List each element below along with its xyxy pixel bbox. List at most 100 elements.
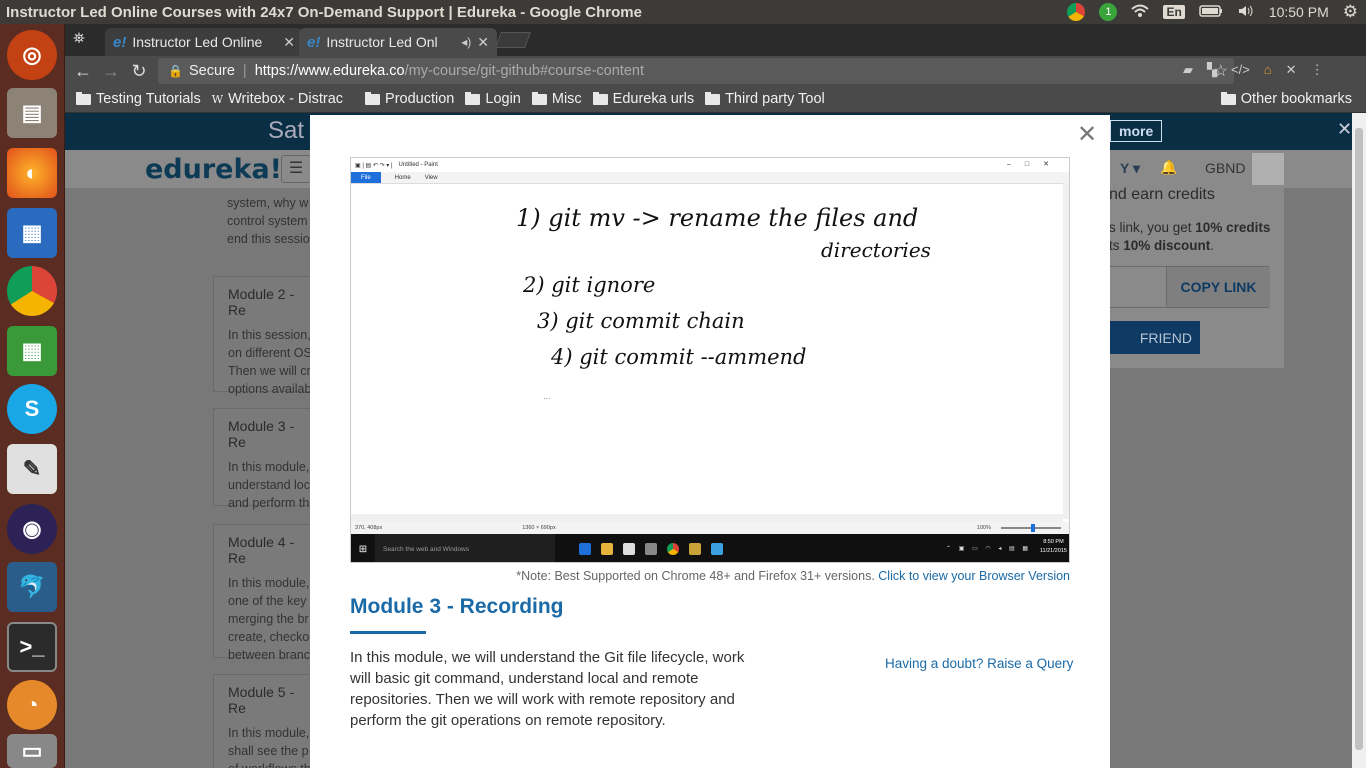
mysql-workbench-icon[interactable]: 🐬 (7, 562, 57, 612)
app-icon (711, 543, 723, 555)
settings-gear-icon[interactable]: ⚙ (1343, 2, 1358, 22)
folder-icon (531, 91, 547, 105)
paint-ribbon: File Home View (351, 172, 1069, 183)
back-icon[interactable]: ← (69, 61, 97, 82)
chevron-down-icon[interactable]: Y ▾ (1120, 160, 1140, 177)
eclipse-icon[interactable]: ◉ (7, 504, 57, 554)
close-icon[interactable]: ✕ (1337, 119, 1352, 140)
reload-icon[interactable]: ↻ (125, 61, 153, 82)
volume-icon[interactable] (1237, 4, 1255, 21)
text-editor-icon[interactable]: ✎ (7, 444, 57, 494)
explorer-icon (601, 543, 613, 555)
update-badge[interactable]: 1 (1099, 3, 1118, 21)
window-title: Instructor Led Online Courses with 24x7 … (6, 3, 642, 21)
edureka-favicon: e! (307, 33, 321, 51)
other-bookmarks[interactable]: Other bookmarks (1220, 91, 1352, 107)
handwriting-line: 3) git commit chain (537, 309, 745, 333)
keyboard-language-indicator[interactable]: En (1163, 5, 1185, 19)
handwriting-line: 4) git commit --ammend (550, 345, 807, 369)
wifi-icon[interactable] (1131, 4, 1150, 21)
app-icon (689, 543, 701, 555)
extension-code-icon[interactable]: </> (1231, 62, 1250, 78)
user-name[interactable]: GBND (1205, 160, 1245, 176)
module-card[interactable]: system, why w control system end this se… (213, 188, 323, 258)
module-card[interactable]: Module 4 - Re In this module, one of the… (213, 524, 323, 662)
ubuntu-launcher: ◎ ▤ ◐ ▦ ▦ S ✎ ◉ 🐬 >_ ◔ ▭ (0, 24, 65, 768)
app-icon[interactable]: ◔ (7, 680, 57, 730)
chrome-tray-icon[interactable] (1067, 3, 1086, 21)
files-icon[interactable]: ▤ (7, 88, 57, 138)
secure-label: Secure (188, 63, 235, 79)
module-card[interactable]: Module 2 - Re In this session, on differ… (213, 276, 323, 396)
module-card[interactable]: Module 3 - Re In this module, understand… (213, 408, 323, 510)
tab-1[interactable]: e! Instructor Led Online ✕ (105, 28, 303, 56)
video-player[interactable]: ▣ | ▤ ↶ ↷ ▾ | Untitled - Paint –□✕ File … (350, 157, 1070, 563)
browser-version-link[interactable]: Click to view your Browser Version (878, 569, 1070, 583)
bookmark-folder[interactable]: Misc (531, 91, 582, 107)
skype-icon[interactable]: S (7, 384, 57, 434)
raise-query-link[interactable]: Having a doubt? Raise a Query (885, 656, 1073, 671)
module-card[interactable]: Module 5 - Re In this module, shall see … (213, 674, 323, 768)
avatar[interactable] (1252, 153, 1284, 185)
system-tray: 1 En 10:50 PM ⚙ (1067, 2, 1366, 22)
page-scrollbar[interactable] (1352, 113, 1366, 768)
url-host: https://www.edureka.co (254, 63, 405, 79)
clock[interactable]: 10:50 PM (1269, 4, 1329, 20)
chrome-menu-icon[interactable]: ⋮ (1311, 62, 1324, 78)
writer-icon[interactable]: ▦ (7, 208, 57, 258)
calc-icon[interactable]: ▦ (7, 326, 57, 376)
lock-icon: 🔒 (168, 64, 183, 78)
referral-link-field[interactable]: COPY LINK (1109, 266, 1270, 308)
windows-taskbar: ⊞ Search the web and Windows ⌃ ▣ ▭ ◠ ◂ ▤… (351, 534, 1069, 562)
folder-icon (76, 91, 91, 105)
bookmark-folder[interactable]: Third party Tool (705, 91, 825, 107)
banner-more-button[interactable]: more (1110, 120, 1163, 142)
forward-icon[interactable]: → (97, 61, 125, 82)
new-tab-button[interactable] (495, 32, 531, 48)
trash-icon[interactable]: ▭ (7, 734, 57, 768)
folder-icon (592, 91, 608, 105)
battery-icon[interactable] (1199, 4, 1223, 20)
title-underline (350, 631, 426, 634)
paint-icon (645, 543, 657, 555)
extension-icon[interactable]: ▰ (1183, 62, 1193, 78)
windows-start-icon: ⊞ (358, 543, 368, 555)
chrome-icon (667, 543, 679, 555)
bookmark-link[interactable]: W Writebox - Distrac (212, 91, 343, 107)
bookmark-folder[interactable]: Testing Tutorials (76, 91, 201, 107)
address-bar[interactable]: 🔒 Secure | https://www.edureka.co/my-cou… (158, 58, 1234, 84)
close-icon[interactable]: ✕ (1077, 123, 1097, 147)
extension-off-icon[interactable]: ⌂ (1264, 62, 1272, 78)
firefox-icon[interactable]: ◐ (7, 148, 57, 198)
ubuntu-dash-icon[interactable]: ◎ (7, 30, 57, 80)
extension-flag-icon[interactable]: ▚ (1207, 62, 1217, 78)
bell-icon[interactable]: 🔔 (1160, 159, 1177, 176)
paint-titlebar: ▣ | ▤ ↶ ↷ ▾ | Untitled - Paint –□✕ (351, 158, 1069, 172)
menu-icon[interactable]: ☰ (281, 155, 311, 183)
handwriting-line: directories (821, 238, 931, 262)
recording-modal: ✕ ▣ | ▤ ↶ ↷ ▾ | Untitled - Paint –□✕ Fil… (310, 115, 1110, 768)
handwriting-line: 2) git ignore (522, 273, 655, 297)
copy-link-button[interactable]: COPY LINK (1166, 267, 1270, 307)
edureka-logo[interactable]: edureka! (145, 154, 282, 185)
handwriting-line: 1) git mv -> rename the files and (516, 204, 918, 232)
svg-text:⋯: ⋯ (543, 394, 551, 403)
paint-vscroll (1063, 183, 1069, 519)
audio-icon[interactable]: ◂) (461, 35, 471, 49)
bookmark-folder[interactable]: Edureka urls (592, 91, 694, 107)
folder-icon (465, 91, 481, 105)
tab-2[interactable]: e! Instructor Led Onl ◂) ✕ (299, 28, 497, 56)
extension-x-icon[interactable]: ✕ (1286, 62, 1297, 78)
tab-title: Instructor Led Online (132, 34, 263, 50)
paint-canvas: 1) git mv -> rename the files and direct… (351, 183, 1063, 514)
incognito-icon: ⛯ (73, 30, 86, 47)
bookmark-folder[interactable]: Login (465, 91, 521, 107)
tab-title: Instructor Led Onl (326, 34, 438, 50)
paint-statusbar: 370, 408px 1360 × 690px 100% (351, 522, 1069, 534)
folder-icon (705, 91, 721, 105)
refer-friend-button[interactable]: FRIEND (1109, 321, 1200, 354)
terminal-icon[interactable]: >_ (7, 622, 57, 672)
bookmark-folder[interactable]: Production (365, 91, 454, 107)
chrome-icon[interactable] (7, 266, 57, 316)
extensions: ▰ ▚ </> ⌂ ✕ ⋮ (1183, 62, 1324, 78)
